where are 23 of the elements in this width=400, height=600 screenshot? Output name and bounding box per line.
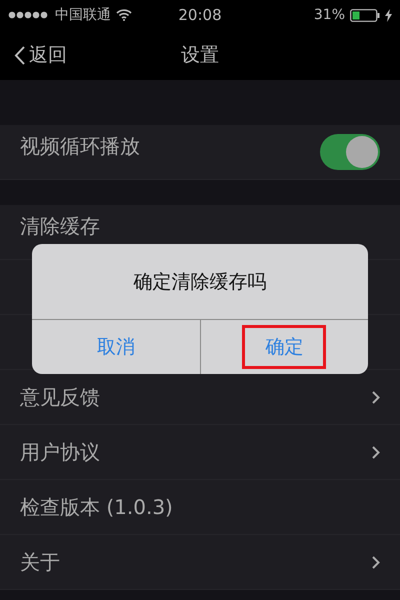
row-label: 意见反馈 [20, 384, 100, 410]
row-label: 清除缓存 [20, 212, 100, 240]
signal-icon [8, 11, 50, 19]
row-label: 检查版本 (1.0.3) [20, 494, 173, 520]
wifi-icon [116, 9, 132, 21]
settings-row[interactable]: 视频循环播放 [0, 125, 400, 180]
carrier-name: 中国联通 [55, 6, 111, 24]
charging-icon [385, 8, 392, 22]
chevron-left-icon [14, 46, 25, 64]
dialog-message: 确定清除缓存吗 [32, 244, 368, 320]
row-label: 用户协议 [20, 438, 100, 466]
toggle-switch[interactable] [320, 134, 380, 170]
settings-row[interactable]: 关于 [0, 535, 400, 590]
battery-icon [350, 8, 380, 22]
settings-row[interactable]: 用户协议 [0, 425, 400, 480]
settings-row[interactable]: 检查版本 (1.0.3) [0, 480, 400, 535]
row-label: 视频循环播放 [20, 132, 140, 160]
back-button[interactable]: 返回 [0, 42, 67, 68]
row-label: 关于 [20, 548, 60, 576]
clock-time: 20:08 [178, 6, 222, 24]
battery-percent: 31% [314, 7, 345, 23]
page-title: 设置 [181, 43, 219, 68]
settings-row[interactable]: 意见反馈 [0, 370, 400, 425]
